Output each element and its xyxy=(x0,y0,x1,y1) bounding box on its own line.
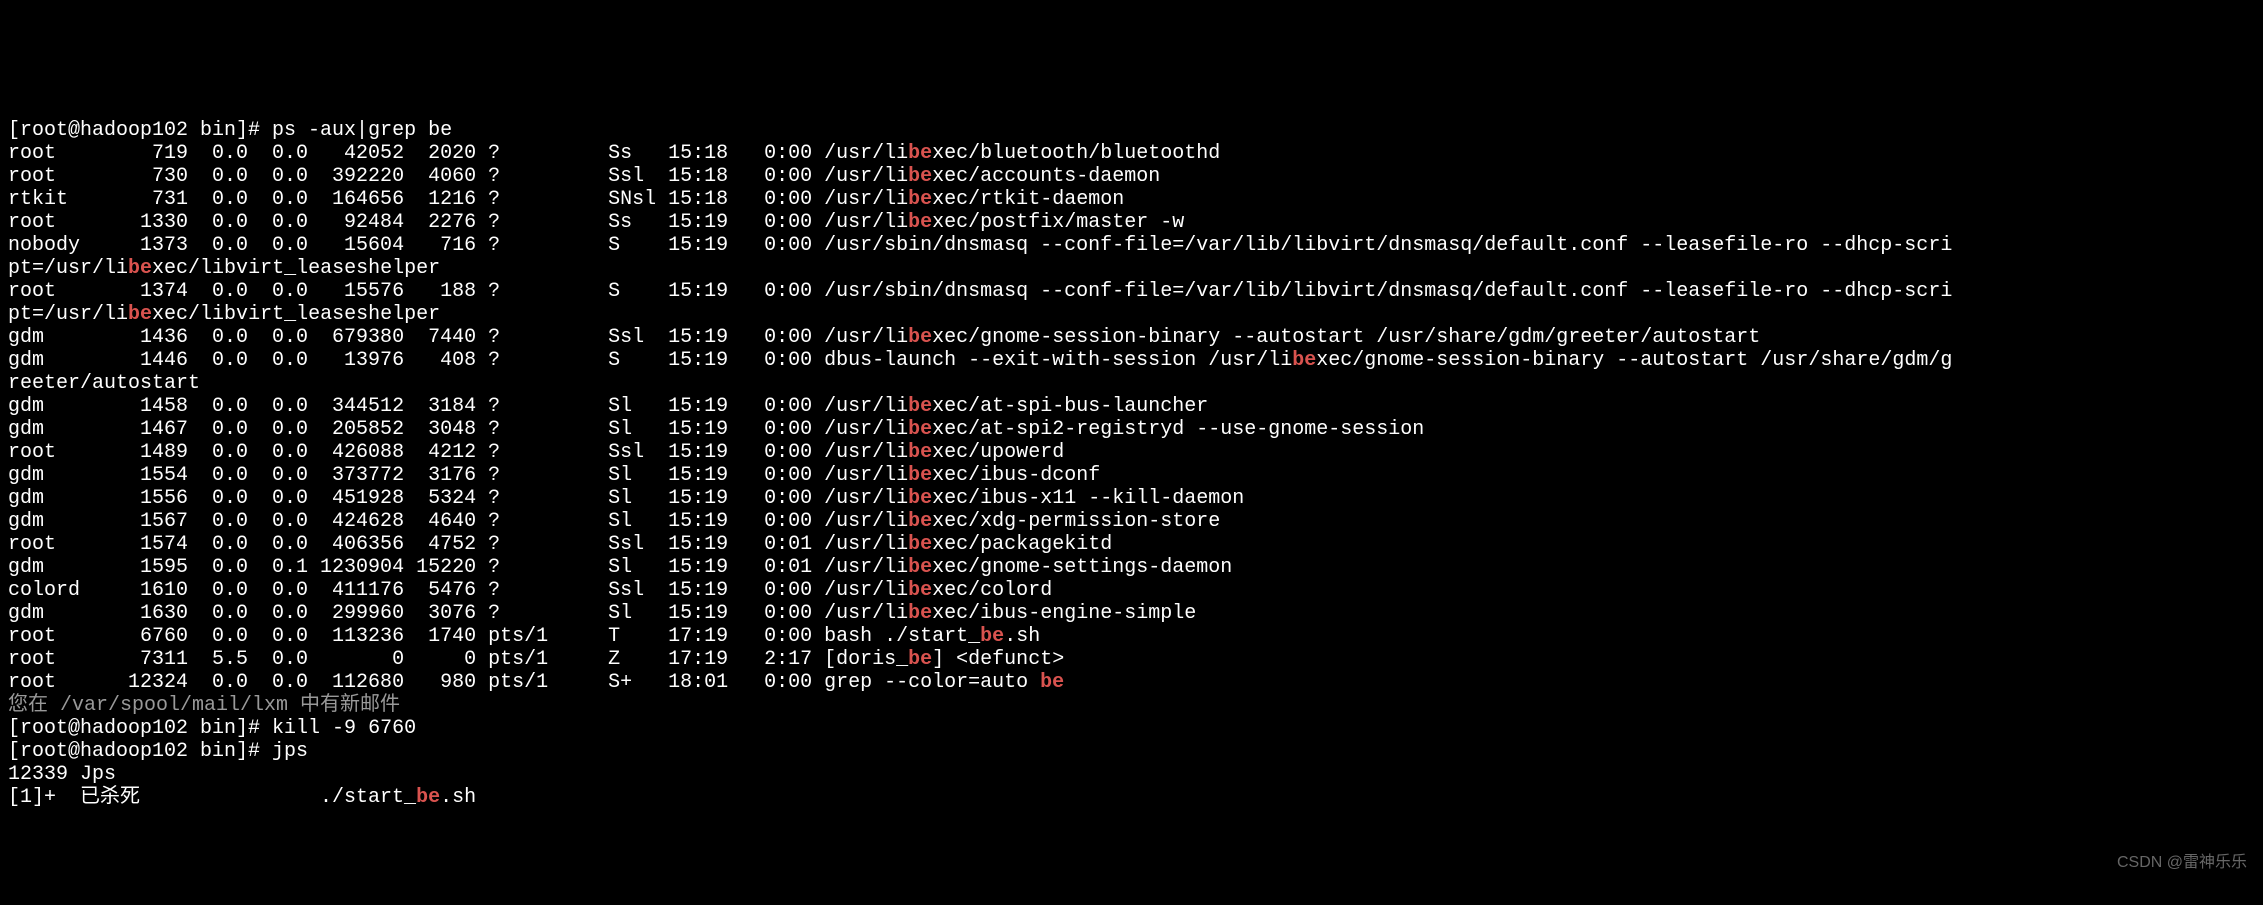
process-row: root 12324 0.0 0.0 112680 980 pts/1 S+ 1… xyxy=(8,671,1064,694)
process-row: gdm 1630 0.0 0.0 299960 3076 ? Sl 15:19 … xyxy=(8,602,1196,625)
process-row: root 730 0.0 0.0 392220 4060 ? Ssl 15:18… xyxy=(8,165,1160,188)
process-row: gdm 1567 0.0 0.0 424628 4640 ? Sl 15:19 … xyxy=(8,510,1220,533)
process-row: root 1374 0.0 0.0 15576 188 ? S 15:19 0:… xyxy=(8,280,1952,303)
mail-notice: 您在 /var/spool/mail/lxm 中有新邮件 xyxy=(8,694,400,717)
process-row: root 6760 0.0 0.0 113236 1740 pts/1 T 17… xyxy=(8,625,1040,648)
prompt: [root@hadoop102 bin]# xyxy=(8,740,272,763)
command-ps: ps -aux|grep be xyxy=(272,119,452,142)
process-row: gdm 1446 0.0 0.0 13976 408 ? S 15:19 0:0… xyxy=(8,349,1952,372)
process-row: colord 1610 0.0 0.0 411176 5476 ? Ssl 15… xyxy=(8,579,1052,602)
process-row: gdm 1595 0.0 0.1 1230904 15220 ? Sl 15:1… xyxy=(8,556,1232,579)
process-row: gdm 1436 0.0 0.0 679380 7440 ? Ssl 15:19… xyxy=(8,326,1760,349)
process-row: gdm 1467 0.0 0.0 205852 3048 ? Sl 15:19 … xyxy=(8,418,1424,441)
command-jps: jps xyxy=(272,740,308,763)
process-row: gdm 1554 0.0 0.0 373772 3176 ? Sl 15:19 … xyxy=(8,464,1100,487)
job-killed-line: [1]+ 已杀死 ./start_be.sh xyxy=(8,786,476,809)
process-row: gdm 1458 0.0 0.0 344512 3184 ? Sl 15:19 … xyxy=(8,395,1208,418)
process-row: root 1489 0.0 0.0 426088 4212 ? Ssl 15:1… xyxy=(8,441,1064,464)
process-row: root 1330 0.0 0.0 92484 2276 ? Ss 15:19 … xyxy=(8,211,1184,234)
prompt: [root@hadoop102 bin]# xyxy=(8,717,272,740)
process-row: root 7311 5.5 0.0 0 0 pts/1 Z 17:19 2:17… xyxy=(8,648,1064,671)
process-list: root 719 0.0 0.0 42052 2020 ? Ss 15:18 0… xyxy=(8,142,2255,694)
watermark: CSDN @雷神乐乐 xyxy=(2117,851,2247,874)
process-row: gdm 1556 0.0 0.0 451928 5324 ? Sl 15:19 … xyxy=(8,487,1244,510)
process-row: root 1574 0.0 0.0 406356 4752 ? Ssl 15:1… xyxy=(8,533,1112,556)
process-row: root 719 0.0 0.0 42052 2020 ? Ss 15:18 0… xyxy=(8,142,1220,165)
terminal[interactable]: [root@hadoop102 bin]# ps -aux|grep be ro… xyxy=(0,115,2263,813)
jps-output: 12339 Jps xyxy=(8,763,116,786)
process-row: nobody 1373 0.0 0.0 15604 716 ? S 15:19 … xyxy=(8,234,1952,257)
prompt: [root@hadoop102 bin]# xyxy=(8,119,272,142)
process-row: rtkit 731 0.0 0.0 164656 1216 ? SNsl 15:… xyxy=(8,188,1124,211)
command-kill: kill -9 6760 xyxy=(272,717,416,740)
